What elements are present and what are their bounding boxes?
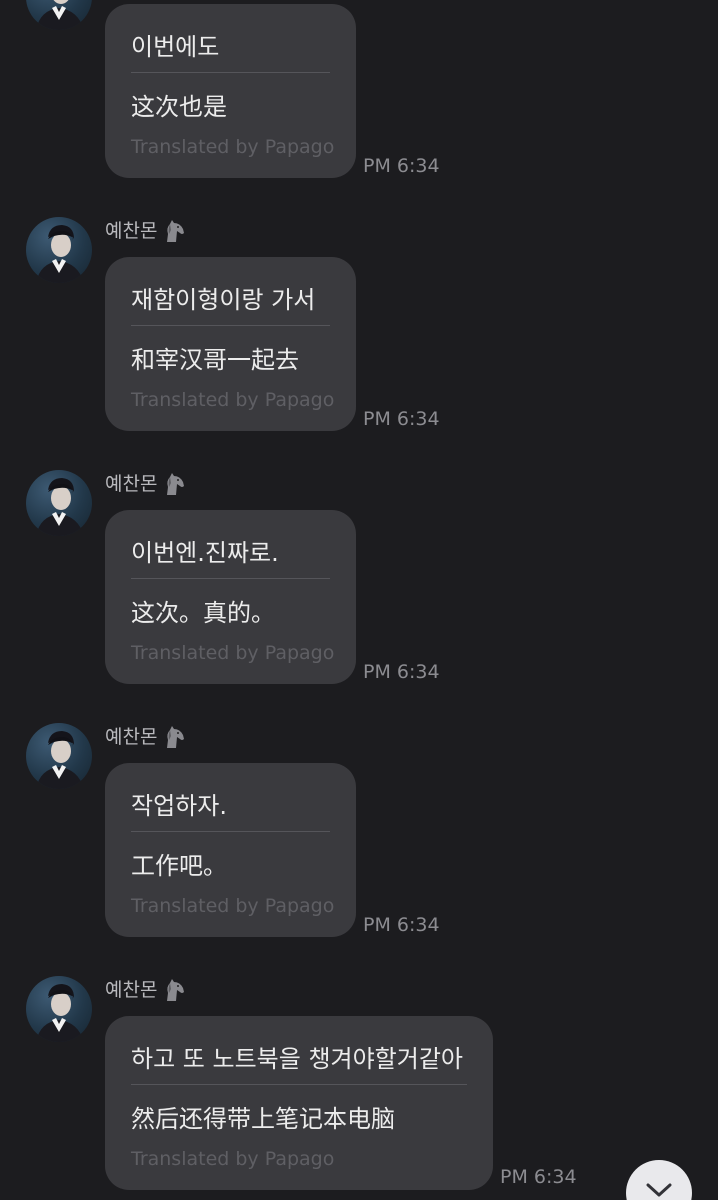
message-timestamp: PM 6:34 [363, 661, 440, 683]
message-timestamp: PM 6:34 [363, 914, 440, 936]
avatar[interactable] [26, 723, 92, 789]
message-original-text: 이번에도 [131, 33, 220, 61]
message-translated-text: 这次也是 [131, 93, 227, 121]
message-divider [131, 1084, 467, 1085]
scroll-to-bottom-button[interactable] [626, 1160, 692, 1200]
message-bubble[interactable]: 재함이형이랑 가서 和宰汉哥一起去 Translated by Papago [105, 257, 356, 431]
sender-name: 예찬몬 [105, 975, 187, 1005]
avatar[interactable] [26, 217, 92, 283]
message-original-text: 작업하자. [131, 792, 227, 820]
translation-credit: Translated by Papago [131, 136, 335, 158]
translation-credit: Translated by Papago [131, 389, 335, 411]
person-icon [36, 731, 84, 789]
sender-name-text: 예찬몬 [105, 473, 158, 495]
chat-view[interactable]: 이번에도 这次也是 Translated by Papago PM 6:34 예… [0, 0, 718, 1200]
message-original-text: 이번엔.진짜로. [131, 539, 279, 567]
message-divider [131, 578, 330, 579]
chevron-down-icon [646, 1183, 672, 1197]
message-bubble[interactable]: 이번에도 这次也是 Translated by Papago [105, 4, 356, 178]
message-divider [131, 72, 330, 73]
person-icon [36, 225, 84, 283]
message-bubble[interactable]: 하고 또 노트북을 챙겨야할거같아 然后还得带上笔记本电脑 Translated… [105, 1016, 493, 1190]
message-translated-text: 工作吧。 [131, 852, 227, 880]
sender-name: 예찬몬 [105, 722, 187, 752]
translation-credit: Translated by Papago [131, 895, 335, 917]
message-bubble[interactable]: 작업하자. 工作吧。 Translated by Papago [105, 763, 356, 937]
message-translated-text: 然后还得带上笔记本电脑 [131, 1105, 395, 1133]
sender-name-text: 예찬몬 [105, 979, 158, 1001]
sender-name-text: 예찬몬 [105, 220, 158, 242]
message-timestamp: PM 6:34 [363, 155, 440, 177]
person-icon [36, 478, 84, 536]
person-icon [36, 984, 84, 1042]
message-translated-text: 这次。真的。 [131, 599, 275, 627]
message-bubble[interactable]: 이번엔.진짜로. 这次。真的。 Translated by Papago [105, 510, 356, 684]
sender-name: 예찬몬 [105, 469, 187, 499]
person-icon [36, 0, 84, 30]
message-translated-text: 和宰汉哥一起去 [131, 346, 299, 374]
horse-icon [167, 473, 185, 495]
sender-name: 예찬몬 [105, 216, 187, 246]
sender-name-text: 예찬몬 [105, 726, 158, 748]
message-timestamp: PM 6:34 [500, 1166, 577, 1188]
avatar[interactable] [26, 470, 92, 536]
avatar[interactable] [26, 0, 92, 30]
message-divider [131, 831, 330, 832]
message-original-text: 재함이형이랑 가서 [131, 286, 316, 314]
horse-icon [167, 726, 185, 748]
message-original-text: 하고 또 노트북을 챙겨야할거같아 [131, 1045, 464, 1073]
horse-icon [167, 979, 185, 1001]
horse-icon [167, 220, 185, 242]
message-divider [131, 325, 330, 326]
avatar[interactable] [26, 976, 92, 1042]
message-timestamp: PM 6:34 [363, 408, 440, 430]
translation-credit: Translated by Papago [131, 642, 335, 664]
translation-credit: Translated by Papago [131, 1148, 335, 1170]
